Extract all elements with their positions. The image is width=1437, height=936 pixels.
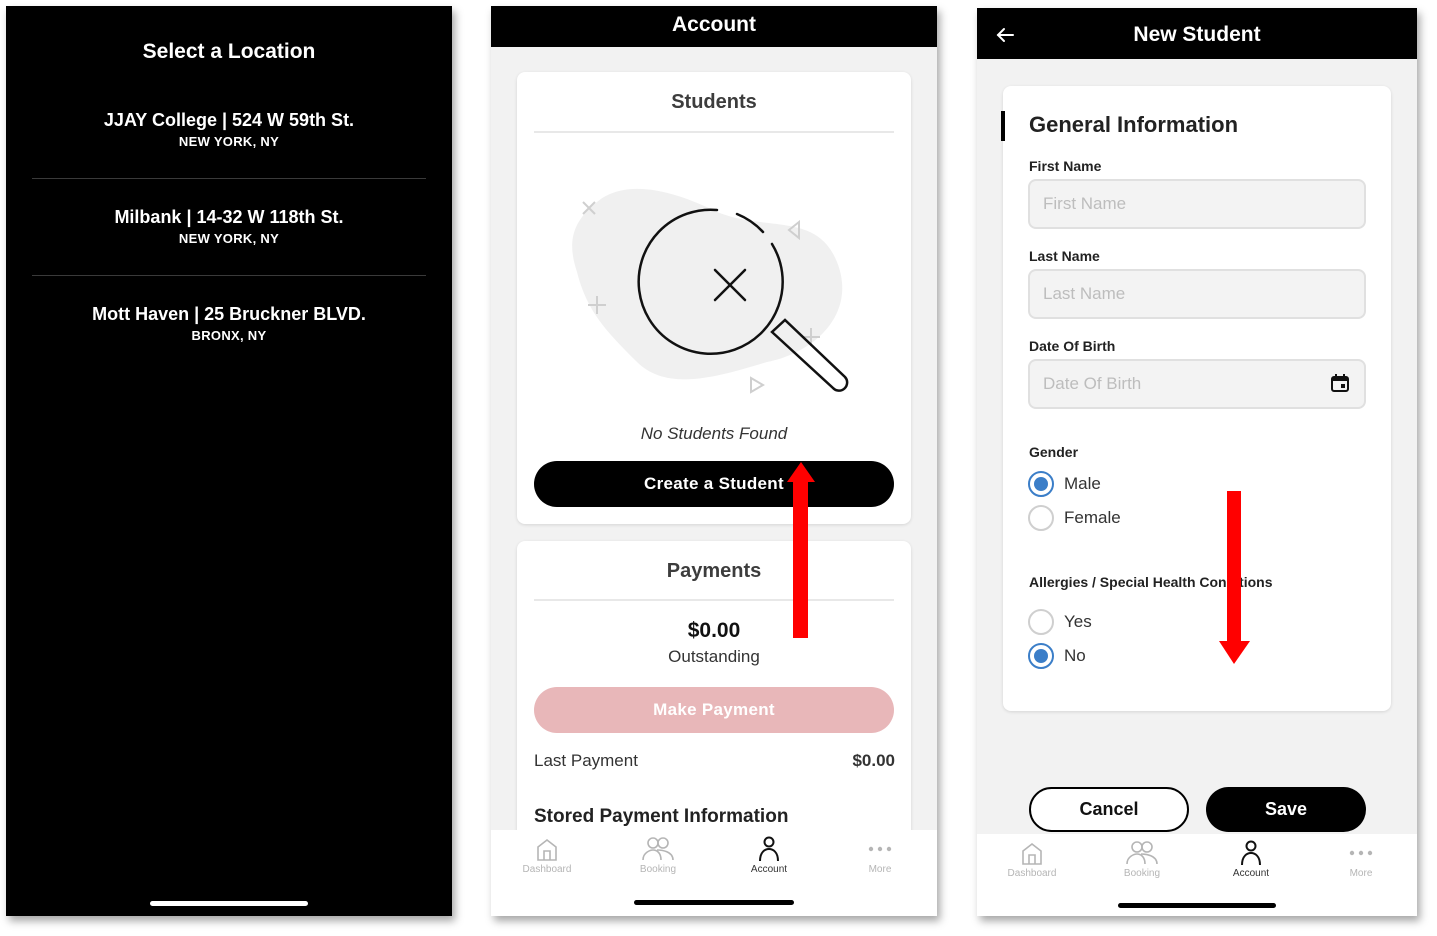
- tab-dashboard[interactable]: Dashboard: [497, 836, 597, 875]
- tab-dashboard[interactable]: Dashboard: [982, 840, 1082, 879]
- people-icon: [642, 837, 674, 861]
- dob-label: Date Of Birth: [1029, 338, 1116, 354]
- radio-button-selected[interactable]: [1028, 643, 1054, 669]
- payments-card: Payments $0.00 Outstanding Make Payment …: [517, 541, 911, 841]
- divider: [32, 178, 426, 179]
- location-item-jjay[interactable]: JJAY College | 524 W 59th St. NEW YORK, …: [32, 110, 426, 149]
- stored-payment-heading: Stored Payment Information: [534, 806, 789, 827]
- first-name-label: First Name: [1029, 158, 1102, 174]
- last-name-input[interactable]: [1028, 269, 1366, 319]
- more-icon: [1349, 850, 1373, 856]
- tab-booking[interactable]: Booking: [608, 836, 708, 875]
- arrow-up-annotation-icon: [787, 462, 815, 638]
- empty-state-text: No Students Found: [640, 424, 788, 443]
- page-title: Select a Location: [142, 40, 316, 63]
- person-icon: [759, 836, 779, 862]
- outstanding-amount: $0.00: [687, 619, 741, 642]
- home-icon: [537, 838, 557, 861]
- no-results-magnifier-icon: [572, 188, 849, 394]
- tab-label: Dashboard: [522, 864, 572, 875]
- first-name-input[interactable]: [1028, 179, 1366, 229]
- tab-label: Account: [750, 864, 788, 875]
- tab-label: Booking: [1123, 868, 1161, 879]
- location-city: NEW YORK, NY: [178, 134, 280, 149]
- tab-account[interactable]: Account: [719, 836, 819, 875]
- divider: [534, 599, 894, 601]
- tab-label: Dashboard: [1007, 868, 1057, 879]
- account-screen: Account Students No Students Found Creat…: [491, 6, 937, 916]
- create-student-button[interactable]: Create a Student: [534, 461, 894, 507]
- location-name: Mott Haven | 25 Bruckner BLVD.: [92, 304, 366, 324]
- tab-more[interactable]: More: [830, 836, 930, 875]
- page-title: New Student: [1133, 23, 1261, 46]
- radio-button[interactable]: [1028, 609, 1054, 635]
- make-payment-button[interactable]: Make Payment: [534, 687, 894, 733]
- payments-title: Payments: [666, 560, 762, 582]
- last-payment-label: Last Payment: [534, 751, 638, 770]
- more-icon: [868, 846, 892, 852]
- location-city: BRONX, NY: [191, 328, 267, 343]
- home-icon: [1022, 842, 1042, 865]
- tab-label: Account: [1232, 868, 1270, 879]
- general-info-card: General Information First Name Last Name…: [1001, 86, 1391, 711]
- tab-label: Booking: [639, 864, 677, 875]
- location-name: Milbank | 14-32 W 118th St.: [114, 207, 344, 227]
- radio-button[interactable]: [1028, 505, 1054, 531]
- tab-label: More: [1349, 868, 1373, 879]
- page-title: Account: [672, 13, 756, 36]
- back-arrow-icon[interactable]: [995, 25, 1015, 45]
- students-title: Students: [671, 91, 757, 113]
- tab-bar: Dashboard Booking Account More: [977, 834, 1417, 916]
- students-card: Students No Students Found Create a Stud…: [517, 72, 911, 524]
- tab-booking[interactable]: Booking: [1092, 840, 1192, 879]
- dob-input[interactable]: [1028, 359, 1366, 409]
- radio-label: Female: [1064, 508, 1121, 527]
- last-name-label: Last Name: [1029, 248, 1100, 264]
- arrow-down-annotation-icon: [1219, 491, 1250, 664]
- home-indicator: [634, 900, 794, 905]
- home-indicator: [1118, 903, 1276, 908]
- section-accent-bar: [1001, 111, 1005, 141]
- location-city: NEW YORK, NY: [178, 231, 280, 246]
- home-indicator: [150, 901, 308, 906]
- save-button[interactable]: Save: [1206, 787, 1366, 832]
- divider: [32, 275, 426, 276]
- new-student-screen: New Student General Information First Na…: [977, 8, 1417, 916]
- cancel-button[interactable]: Cancel: [1029, 787, 1189, 832]
- radio-label: Yes: [1064, 612, 1092, 631]
- tab-more[interactable]: More: [1311, 840, 1411, 879]
- tab-account[interactable]: Account: [1201, 840, 1301, 879]
- outstanding-label: Outstanding: [668, 647, 760, 666]
- people-icon: [1126, 841, 1158, 865]
- radio-button-selected[interactable]: [1028, 471, 1054, 497]
- tab-label: More: [868, 864, 892, 875]
- tab-bar: Dashboard Booking Account More: [491, 830, 937, 916]
- divider: [534, 131, 894, 133]
- header: Account: [491, 6, 937, 47]
- location-name: JJAY College | 524 W 59th St.: [103, 110, 355, 130]
- location-item-milbank[interactable]: Milbank | 14-32 W 118th St. NEW YORK, NY: [32, 207, 426, 246]
- radio-label: No: [1064, 646, 1086, 665]
- gender-label: Gender: [1029, 444, 1079, 460]
- radio-label: Male: [1064, 474, 1101, 493]
- header: New Student: [977, 8, 1417, 59]
- person-icon: [1241, 840, 1261, 866]
- location-item-mott-haven[interactable]: Mott Haven | 25 Bruckner BLVD. BRONX, NY: [32, 304, 426, 343]
- location-screen: Select a Location JJAY College | 524 W 5…: [6, 6, 452, 916]
- section-title: General Information: [1029, 112, 1239, 137]
- calendar-icon[interactable]: [1330, 373, 1350, 393]
- last-payment-value: $0.00: [852, 751, 895, 770]
